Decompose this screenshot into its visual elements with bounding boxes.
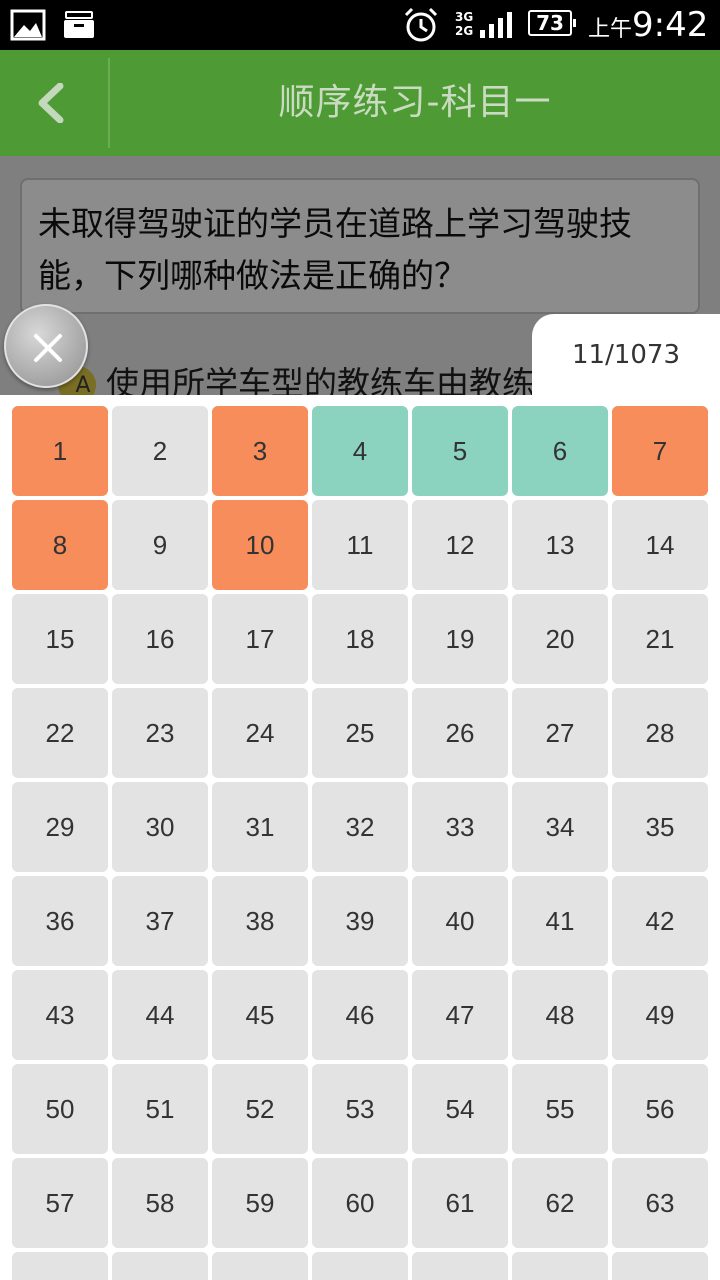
question-number-cell[interactable]: 15 — [12, 594, 108, 684]
question-number-cell[interactable]: 43 — [12, 970, 108, 1060]
question-number-cell[interactable]: 34 — [512, 782, 608, 872]
question-number-cell[interactable]: 24 — [212, 688, 308, 778]
question-number-cell[interactable]: 65 — [112, 1252, 208, 1280]
question-number-cell[interactable]: 70 — [612, 1252, 708, 1280]
question-number-cell[interactable]: 10 — [212, 500, 308, 590]
archive-icon — [64, 11, 94, 38]
question-number-cell[interactable]: 61 — [412, 1158, 508, 1248]
question-number-cell[interactable]: 1 — [12, 406, 108, 496]
question-number-cell[interactable]: 57 — [12, 1158, 108, 1248]
question-number-cell[interactable]: 18 — [312, 594, 408, 684]
question-number-cell[interactable]: 11 — [312, 500, 408, 590]
question-number-cell[interactable]: 66 — [212, 1252, 308, 1280]
question-number-cell[interactable]: 33 — [412, 782, 508, 872]
question-number-cell[interactable]: 53 — [312, 1064, 408, 1154]
back-button[interactable] — [0, 50, 108, 156]
close-icon — [34, 334, 62, 362]
question-number-cell[interactable]: 58 — [112, 1158, 208, 1248]
question-number-cell[interactable]: 67 — [312, 1252, 408, 1280]
question-number-cell[interactable]: 7 — [612, 406, 708, 496]
question-number-cell[interactable]: 13 — [512, 500, 608, 590]
question-number-cell[interactable]: 69 — [512, 1252, 608, 1280]
question-counter: 11/1073 — [532, 314, 720, 396]
question-number-cell[interactable]: 27 — [512, 688, 608, 778]
question-number-cell[interactable]: 47 — [412, 970, 508, 1060]
question-number-cell[interactable]: 60 — [312, 1158, 408, 1248]
question-number-cell[interactable]: 38 — [212, 876, 308, 966]
question-number-cell[interactable]: 52 — [212, 1064, 308, 1154]
question-number-cell[interactable]: 39 — [312, 876, 408, 966]
question-number-cell[interactable]: 48 — [512, 970, 608, 1060]
question-number-cell[interactable]: 62 — [512, 1158, 608, 1248]
question-number-cell[interactable]: 37 — [112, 876, 208, 966]
question-number-cell[interactable]: 21 — [612, 594, 708, 684]
question-number-grid: 1 2 3 4 5 6 7 8 9 10 11 12 13 14 15 16 17 18 19 20 21 22 23 24 2… — [12, 406, 708, 1280]
network-type: 3G 2G — [455, 10, 474, 38]
question-number-cell[interactable]: 41 — [512, 876, 608, 966]
question-number-cell[interactable]: 31 — [212, 782, 308, 872]
question-number-cell[interactable]: 64 — [12, 1252, 108, 1280]
signal-icon — [480, 12, 512, 38]
question-number-cell[interactable]: 17 — [212, 594, 308, 684]
question-number-cell[interactable]: 42 — [612, 876, 708, 966]
question-number-cell[interactable]: 49 — [612, 970, 708, 1060]
alarm-icon — [404, 7, 438, 42]
question-number-cell[interactable]: 14 — [612, 500, 708, 590]
question-number-cell[interactable]: 36 — [12, 876, 108, 966]
status-bar: 3G 2G 73 上午9:42 — [0, 0, 720, 50]
question-number-cell[interactable]: 26 — [412, 688, 508, 778]
question-number-cell[interactable]: 25 — [312, 688, 408, 778]
question-number-cell[interactable]: 16 — [112, 594, 208, 684]
title-bar: 顺序练习-科目一 — [0, 50, 720, 156]
question-number-cell[interactable]: 23 — [112, 688, 208, 778]
question-number-cell[interactable]: 20 — [512, 594, 608, 684]
battery-icon: 73 — [528, 10, 576, 36]
question-number-cell[interactable]: 28 — [612, 688, 708, 778]
question-number-cell[interactable]: 35 — [612, 782, 708, 872]
question-number-cell[interactable]: 32 — [312, 782, 408, 872]
question-number-cell[interactable]: 4 — [312, 406, 408, 496]
question-number-cell[interactable]: 19 — [412, 594, 508, 684]
question-number-cell[interactable]: 5 — [412, 406, 508, 496]
question-number-cell[interactable]: 46 — [312, 970, 408, 1060]
question-number-cell[interactable]: 59 — [212, 1158, 308, 1248]
question-number-cell[interactable]: 63 — [612, 1158, 708, 1248]
question-number-cell[interactable]: 12 — [412, 500, 508, 590]
question-number-cell[interactable]: 40 — [412, 876, 508, 966]
question-number-cell[interactable]: 3 — [212, 406, 308, 496]
question-number-cell[interactable]: 8 — [12, 500, 108, 590]
question-number-cell[interactable]: 2 — [112, 406, 208, 496]
question-number-cell[interactable]: 9 — [112, 500, 208, 590]
question-number-cell[interactable]: 30 — [112, 782, 208, 872]
question-number-cell[interactable]: 50 — [12, 1064, 108, 1154]
question-number-cell[interactable]: 29 — [12, 782, 108, 872]
question-number-cell[interactable]: 56 — [612, 1064, 708, 1154]
question-number-cell[interactable]: 51 — [112, 1064, 208, 1154]
question-number-cell[interactable]: 44 — [112, 970, 208, 1060]
question-text: 未取得驾驶证的学员在道路上学习驾驶技能，下列哪种做法是正确的？ — [20, 178, 700, 314]
question-number-cell[interactable]: 54 — [412, 1064, 508, 1154]
question-grid-panel: 1 2 3 4 5 6 7 8 9 10 11 12 13 14 15 16 17 18 19 20 21 22 23 24 2… — [0, 395, 720, 1280]
question-number-cell[interactable]: 55 — [512, 1064, 608, 1154]
question-number-cell[interactable]: 6 — [512, 406, 608, 496]
close-button[interactable] — [4, 304, 88, 388]
gallery-icon — [10, 9, 46, 41]
question-number-cell[interactable]: 45 — [212, 970, 308, 1060]
page-title: 顺序练习-科目一 — [278, 82, 552, 123]
question-number-cell[interactable]: 22 — [12, 688, 108, 778]
question-number-cell[interactable]: 68 — [412, 1252, 508, 1280]
clock: 上午9:42 — [588, 5, 709, 45]
chevron-left-icon — [38, 83, 64, 123]
